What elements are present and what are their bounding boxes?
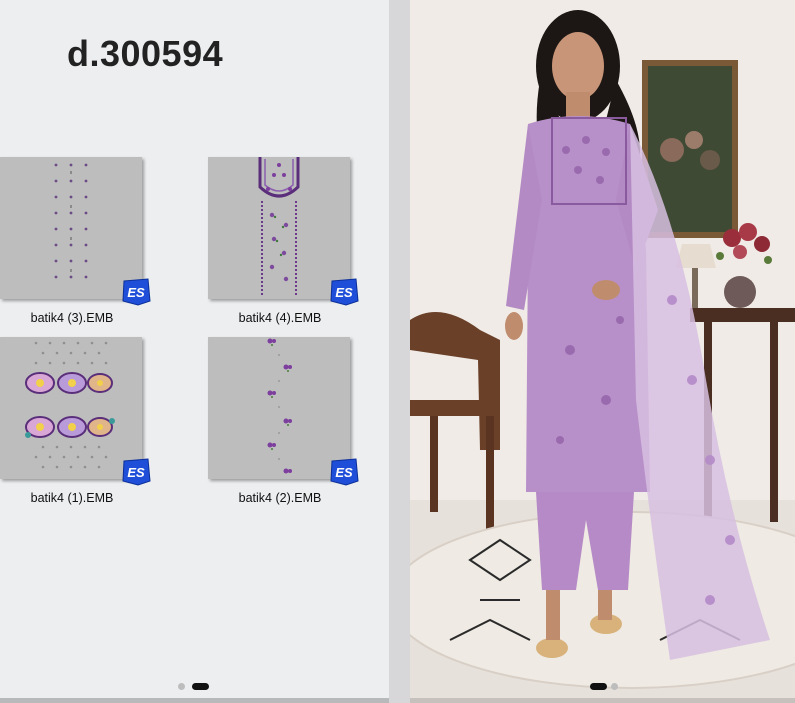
file-tile[interactable]: ES batik4 (4).EMB [208, 157, 359, 325]
bottom-edge-right [410, 698, 795, 703]
svg-text:ES: ES [127, 465, 145, 480]
carousel-pager[interactable] [178, 683, 210, 690]
model-outfit-photo [410, 0, 795, 698]
es-logo-icon: ES [122, 458, 151, 486]
file-name-label: batik4 (2).EMB [238, 491, 322, 505]
es-logo-icon: ES [122, 278, 151, 306]
design-code-title: d.300594 [67, 33, 224, 74]
file-tile[interactable]: ES batik4 (2).EMB [208, 337, 359, 505]
pager-dot-active[interactable] [192, 683, 209, 690]
file-tile[interactable]: ES batik4 (1).EMB [0, 337, 151, 505]
product-photo-panel [410, 0, 795, 698]
bottom-edge-left [0, 698, 389, 703]
svg-text:ES: ES [127, 285, 145, 300]
embroidery-files-panel: d.300594 ES batik4 (3).EMB ES batik4 (4)… [0, 0, 389, 698]
carousel-pager[interactable] [590, 683, 620, 690]
file-name-label: batik4 (4).EMB [238, 311, 322, 325]
pager-dot[interactable] [611, 683, 618, 690]
es-logo-icon: ES [330, 458, 359, 486]
file-name-label: batik4 (1).EMB [30, 491, 114, 505]
svg-text:ES: ES [335, 285, 353, 300]
es-logo-icon: ES [330, 278, 359, 306]
pager-dot-active[interactable] [590, 683, 607, 690]
pager-dot[interactable] [178, 683, 185, 690]
svg-text:ES: ES [335, 465, 353, 480]
panel-divider [389, 0, 410, 703]
file-name-label: batik4 (3).EMB [30, 311, 114, 325]
file-tile[interactable]: ES batik4 (3).EMB [0, 157, 151, 325]
